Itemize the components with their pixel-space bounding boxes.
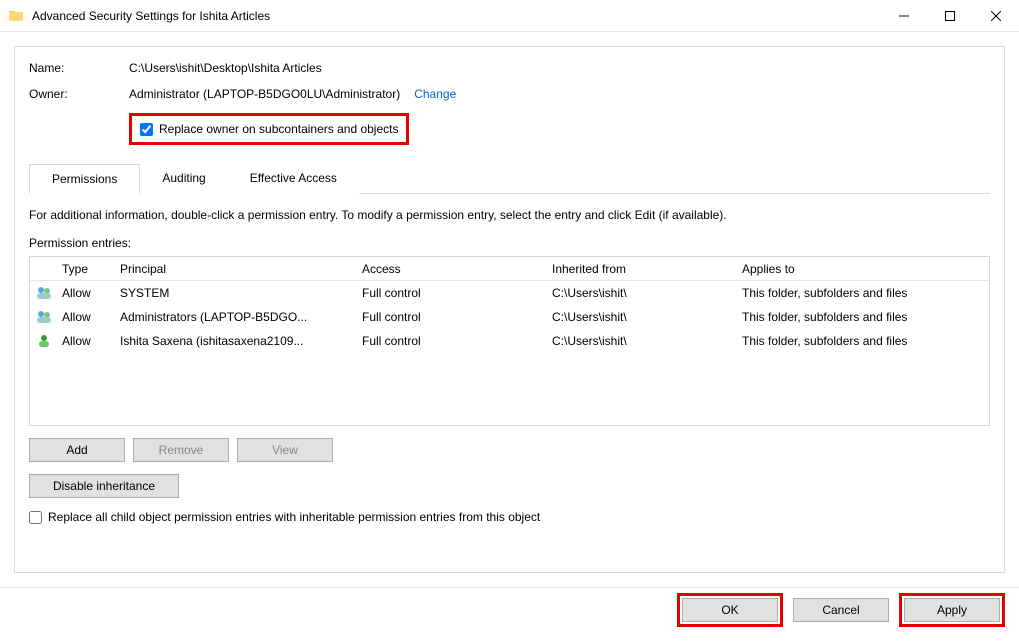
tabs: Permissions Auditing Effective Access bbox=[29, 163, 990, 194]
view-button[interactable]: View bbox=[237, 438, 333, 462]
table-row[interactable]: Allow Ishita Saxena (ishitasaxena2109...… bbox=[30, 329, 989, 353]
cell-applies: This folder, subfolders and files bbox=[742, 286, 983, 300]
replace-child-checkbox[interactable] bbox=[29, 511, 42, 524]
apply-button[interactable]: Apply bbox=[904, 598, 1000, 622]
cell-principal: Administrators (LAPTOP-B5DGO... bbox=[120, 310, 362, 324]
cell-type: Allow bbox=[62, 310, 120, 324]
col-applies[interactable]: Applies to bbox=[742, 262, 983, 276]
titlebar: Advanced Security Settings for Ishita Ar… bbox=[0, 0, 1019, 32]
minimize-button[interactable] bbox=[881, 0, 927, 32]
highlight-replace-owner: Replace owner on subcontainers and objec… bbox=[129, 113, 409, 145]
owner-row: Owner: Administrator (LAPTOP-B5DGO0LU\Ad… bbox=[29, 87, 990, 101]
name-row: Name: C:\Users\ishit\Desktop\Ishita Arti… bbox=[29, 61, 990, 75]
cell-applies: This folder, subfolders and files bbox=[742, 310, 983, 324]
cell-type: Allow bbox=[62, 286, 120, 300]
col-inherited[interactable]: Inherited from bbox=[552, 262, 742, 276]
change-owner-link[interactable]: Change bbox=[414, 87, 456, 101]
cell-access: Full control bbox=[362, 334, 552, 348]
owner-label: Owner: bbox=[29, 87, 129, 101]
window-title: Advanced Security Settings for Ishita Ar… bbox=[32, 9, 881, 23]
close-button[interactable] bbox=[973, 0, 1019, 32]
tab-permissions[interactable]: Permissions bbox=[29, 164, 140, 194]
replace-owner-checkbox-row[interactable]: Replace owner on subcontainers and objec… bbox=[134, 118, 404, 140]
page-panel: Name: C:\Users\ishit\Desktop\Ishita Arti… bbox=[14, 46, 1005, 573]
permission-entries-table[interactable]: Type Principal Access Inherited from App… bbox=[29, 256, 990, 426]
content-area: Name: C:\Users\ishit\Desktop\Ishita Arti… bbox=[0, 32, 1019, 587]
highlight-ok: OK bbox=[677, 593, 783, 627]
remove-button[interactable]: Remove bbox=[133, 438, 229, 462]
col-access[interactable]: Access bbox=[362, 262, 552, 276]
col-type[interactable]: Type bbox=[62, 262, 120, 276]
add-button[interactable]: Add bbox=[29, 438, 125, 462]
cell-access: Full control bbox=[362, 310, 552, 324]
tab-auditing[interactable]: Auditing bbox=[140, 164, 227, 194]
owner-value: Administrator (LAPTOP-B5DGO0LU\Administr… bbox=[129, 87, 400, 101]
replace-child-label: Replace all child object permission entr… bbox=[48, 510, 540, 524]
disable-inheritance-button[interactable]: Disable inheritance bbox=[29, 474, 179, 498]
ok-button[interactable]: OK bbox=[682, 598, 778, 622]
cell-inherited: C:\Users\ishit\ bbox=[552, 310, 742, 324]
table-row[interactable]: Allow SYSTEM Full control C:\Users\ishit… bbox=[30, 281, 989, 305]
group-icon bbox=[36, 285, 52, 301]
info-text: For additional information, double-click… bbox=[29, 208, 990, 222]
table-row[interactable]: Allow Administrators (LAPTOP-B5DGO... Fu… bbox=[30, 305, 989, 329]
name-label: Name: bbox=[29, 61, 129, 75]
cell-inherited: C:\Users\ishit\ bbox=[552, 334, 742, 348]
table-header: Type Principal Access Inherited from App… bbox=[30, 257, 989, 281]
col-principal[interactable]: Principal bbox=[120, 262, 362, 276]
user-icon bbox=[36, 333, 52, 349]
cell-principal: SYSTEM bbox=[120, 286, 362, 300]
highlight-apply: Apply bbox=[899, 593, 1005, 627]
cell-access: Full control bbox=[362, 286, 552, 300]
dialog-footer: OK Cancel Apply bbox=[0, 587, 1019, 631]
permission-entries-label: Permission entries: bbox=[29, 236, 990, 250]
entry-action-row: Add Remove View bbox=[29, 438, 990, 462]
window-controls bbox=[881, 0, 1019, 32]
cell-principal: Ishita Saxena (ishitasaxena2109... bbox=[120, 334, 362, 348]
cell-applies: This folder, subfolders and files bbox=[742, 334, 983, 348]
folder-icon bbox=[8, 8, 24, 24]
maximize-button[interactable] bbox=[927, 0, 973, 32]
tab-effective-access[interactable]: Effective Access bbox=[228, 164, 359, 194]
replace-owner-checkbox[interactable] bbox=[140, 123, 153, 136]
cancel-button[interactable]: Cancel bbox=[793, 598, 889, 622]
group-icon bbox=[36, 309, 52, 325]
replace-owner-label: Replace owner on subcontainers and objec… bbox=[159, 122, 398, 136]
name-value: C:\Users\ishit\Desktop\Ishita Articles bbox=[129, 61, 322, 75]
cell-type: Allow bbox=[62, 334, 120, 348]
replace-child-checkbox-row[interactable]: Replace all child object permission entr… bbox=[29, 510, 990, 524]
inheritance-row: Disable inheritance bbox=[29, 474, 990, 498]
cell-inherited: C:\Users\ishit\ bbox=[552, 286, 742, 300]
